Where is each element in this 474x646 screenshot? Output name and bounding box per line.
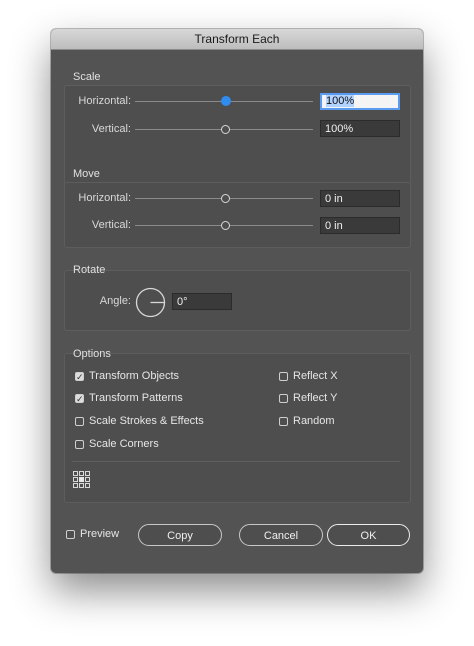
move-section-title: Move xyxy=(73,168,100,180)
reflect-y-label[interactable]: Reflect Y xyxy=(293,392,337,404)
random-label[interactable]: Random xyxy=(293,415,335,427)
rotate-section-title: Rotate xyxy=(73,264,106,276)
scale-horizontal-slider-knob[interactable] xyxy=(221,96,231,106)
angle-dial-icon[interactable] xyxy=(135,287,166,318)
move-vertical-label: Vertical: xyxy=(91,219,131,231)
move-horizontal-field[interactable]: 0 in xyxy=(320,190,400,207)
scale-vertical-slider-knob[interactable] xyxy=(221,125,230,134)
scale-vertical-label: Vertical: xyxy=(91,123,131,135)
preview-checkbox[interactable] xyxy=(66,530,75,539)
transform-objects-checkbox[interactable]: ✓ xyxy=(75,372,84,382)
copy-button[interactable]: Copy xyxy=(138,524,222,546)
scale-horizontal-field[interactable]: 100% xyxy=(320,93,400,110)
scale-corners-label[interactable]: Scale Corners xyxy=(89,438,159,450)
scale-horizontal-value: 100% xyxy=(326,95,355,107)
transform-patterns-checkbox[interactable]: ✓ xyxy=(75,394,84,404)
scale-strokes-effects-label[interactable]: Scale Strokes & Effects xyxy=(89,415,204,427)
options-divider xyxy=(72,461,400,462)
scale-corners-checkbox[interactable] xyxy=(75,440,84,449)
transform-each-dialog: Transform Each Scale Horizontal: 100% Ve… xyxy=(51,29,423,573)
preview-label[interactable]: Preview xyxy=(80,528,119,540)
window-title: Transform Each xyxy=(51,29,423,50)
options-section-title: Options xyxy=(73,348,111,360)
ok-button[interactable]: OK xyxy=(327,524,410,546)
transform-patterns-label[interactable]: Transform Patterns xyxy=(89,392,183,404)
transform-objects-label[interactable]: Transform Objects xyxy=(89,370,179,382)
scale-strokes-effects-checkbox[interactable] xyxy=(75,417,84,426)
cancel-button[interactable]: Cancel xyxy=(239,524,323,546)
rotate-angle-label: Angle: xyxy=(99,295,131,307)
reflect-y-checkbox[interactable] xyxy=(279,394,288,403)
rotate-angle-field[interactable]: 0° xyxy=(172,293,232,310)
reflect-x-label[interactable]: Reflect X xyxy=(293,370,338,382)
move-horizontal-label: Horizontal: xyxy=(78,192,131,204)
move-vertical-slider-knob[interactable] xyxy=(221,221,230,230)
move-horizontal-slider-knob[interactable] xyxy=(221,194,230,203)
reference-point-grid-icon[interactable] xyxy=(73,471,91,489)
random-checkbox[interactable] xyxy=(279,417,288,426)
scale-vertical-field[interactable]: 100% xyxy=(320,120,400,137)
reflect-x-checkbox[interactable] xyxy=(279,372,288,381)
scale-section-title: Scale xyxy=(73,71,101,83)
move-vertical-field[interactable]: 0 in xyxy=(320,217,400,234)
scale-horizontal-label: Horizontal: xyxy=(78,95,131,107)
